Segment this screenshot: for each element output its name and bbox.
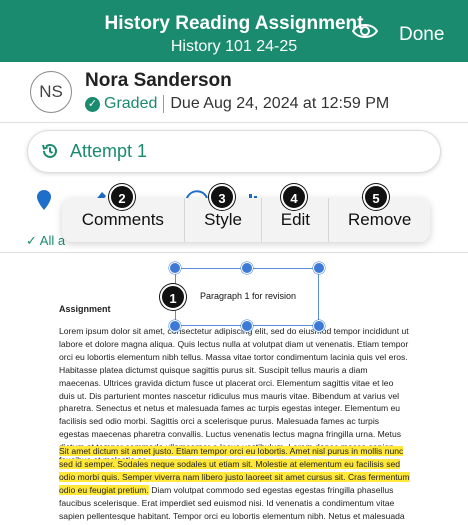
callout-badge: 1 — [160, 284, 186, 310]
divider — [0, 122, 468, 123]
eye-icon[interactable] — [352, 22, 378, 40]
callout-badge: 4 — [281, 184, 307, 210]
app-header: History Reading Assignment History 101 2… — [0, 0, 468, 62]
annotation-text: Paragraph 1 for revision — [200, 291, 297, 301]
due-date: Due Aug 24, 2024 at 12:59 PM — [170, 95, 390, 112]
resize-handle[interactable] — [241, 320, 253, 332]
divider — [0, 252, 468, 253]
check-circle-icon: ✓ — [85, 96, 100, 112]
resize-handle[interactable] — [241, 262, 253, 274]
text-annotation-box[interactable]: Paragraph 1 for revision — [175, 268, 319, 326]
avatar: NS — [30, 71, 72, 113]
student-row[interactable]: NS Nora Sanderson ✓ Graded Due Aug 24, 2… — [0, 62, 468, 122]
divider — [163, 95, 165, 113]
history-icon — [41, 142, 59, 165]
resize-handle[interactable] — [169, 320, 181, 332]
callout-badge: 3 — [209, 184, 235, 210]
point-annotation-icon[interactable] — [37, 190, 51, 210]
assignment-title: History Reading Assignment — [104, 13, 364, 34]
resize-handle[interactable] — [169, 262, 181, 274]
attempt-selector[interactable]: Attempt 1 — [27, 130, 441, 173]
document-paragraph: Sit amet dictum sit amet justo. Etiam te… — [59, 445, 411, 525]
resize-handle[interactable] — [313, 262, 325, 274]
resize-handle[interactable] — [313, 320, 325, 332]
all-annotations-toggle[interactable]: ✓ All a — [26, 233, 65, 249]
submission-status-row: ✓ Graded Due Aug 24, 2024 at 12:59 PM — [85, 95, 389, 113]
attempt-label: Attempt 1 — [70, 141, 148, 161]
done-button[interactable]: Done — [399, 24, 444, 46]
callout-badge: 2 — [109, 184, 135, 210]
graded-status: Graded — [104, 95, 158, 112]
course-subtitle: History 101 24-25 — [170, 38, 298, 55]
student-name: Nora Sanderson — [85, 70, 232, 91]
document-heading: Assignment — [59, 304, 111, 314]
callout-badge: 5 — [363, 184, 389, 210]
